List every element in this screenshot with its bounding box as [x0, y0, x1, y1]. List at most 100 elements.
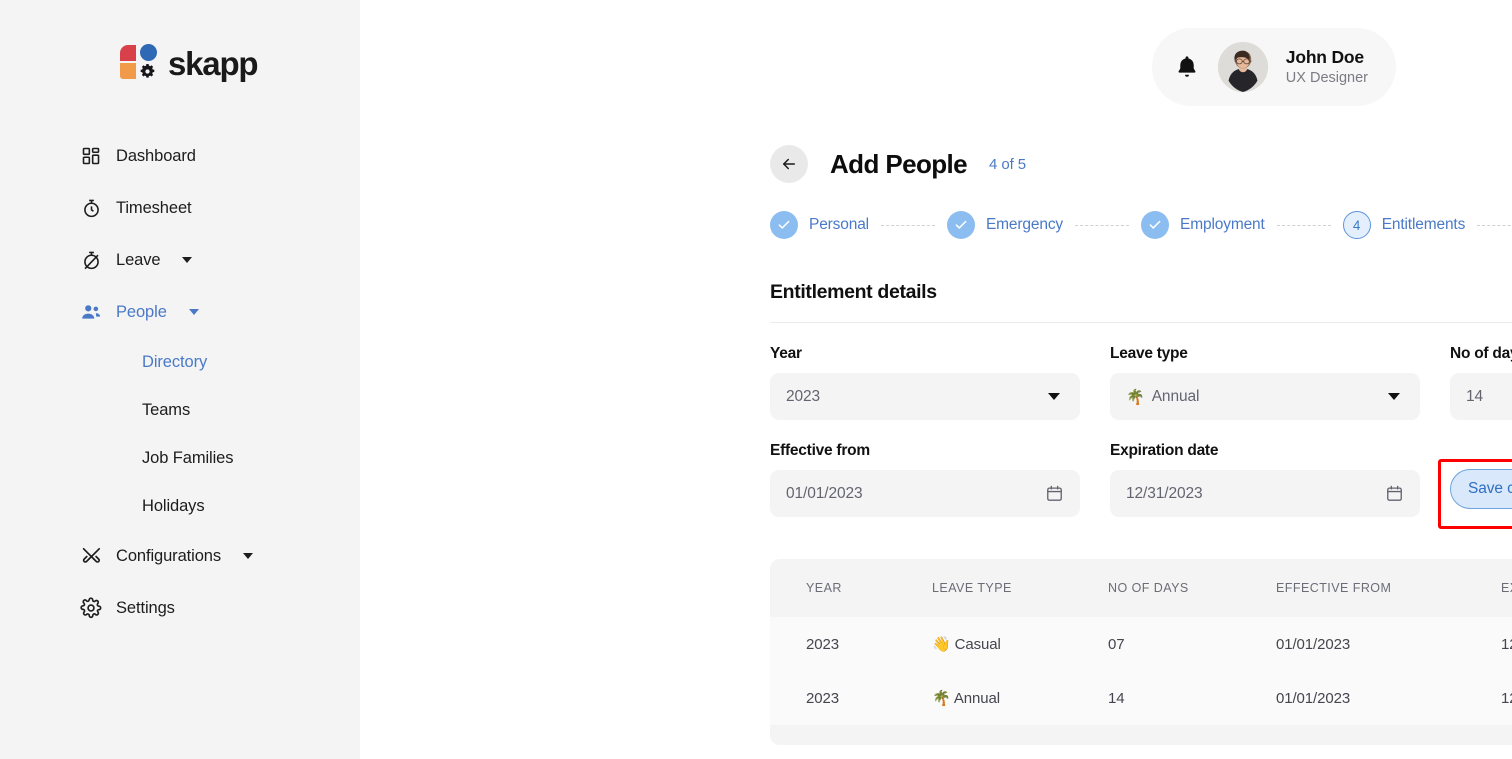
step-label: Entitlements [1382, 216, 1466, 234]
sidebar-item-job-families[interactable]: Job Families [0, 434, 360, 482]
step-label: Personal [809, 216, 869, 234]
field-expiration-date: Expiration date 12/31/2023 [1110, 442, 1420, 517]
cell-expiration: 12/31/2023 [1501, 636, 1512, 653]
sidebar-item-label: Leave [116, 251, 160, 270]
sidebar-item-leave[interactable]: Leave [0, 234, 360, 286]
chevron-down-icon[interactable] [182, 257, 192, 263]
column-header-no-of-days: NO OF DAYS [1108, 581, 1276, 595]
cell-expiration: 12/31/2023 [1501, 690, 1512, 707]
calendar-icon[interactable] [1385, 484, 1404, 503]
page-header: Add People 4 of 5 [770, 145, 1512, 183]
stopwatch-icon [80, 197, 102, 219]
cell-effective-from: 01/01/2023 [1276, 636, 1501, 653]
field-leave-type: Leave type 🌴 Annual [1110, 345, 1420, 420]
table-row[interactable]: 2023 👋 Casual 07 01/01/2023 12/31/2023 [770, 617, 1512, 671]
column-header-expiration: EXPIRATION [1501, 581, 1512, 595]
logo-blue-circle [140, 44, 157, 61]
step-employment[interactable]: Employment [1141, 211, 1265, 239]
back-button[interactable] [770, 145, 808, 183]
sidebar-item-holidays[interactable]: Holidays [0, 482, 360, 530]
year-value: 2023 [786, 388, 1048, 406]
sidebar-item-directory[interactable]: Directory [0, 338, 360, 386]
step-connector [1277, 225, 1331, 226]
effective-from-date-input[interactable]: 01/01/2023 [770, 470, 1080, 517]
save-slot: Save changes [1450, 442, 1512, 517]
field-no-of-days: No of days 14 [1450, 345, 1512, 420]
entitlements-table: YEAR LEAVE TYPE NO OF DAYS EFFECTIVE FRO… [770, 559, 1512, 745]
year-select[interactable]: 2023 [770, 373, 1080, 420]
sidebar-subitem-label: Teams [142, 401, 190, 420]
brand-logo[interactable]: skapp [0, 0, 360, 82]
expiration-date-input[interactable]: 12/31/2023 [1110, 470, 1420, 517]
expiration-date-value: 12/31/2023 [1126, 485, 1385, 503]
sidebar-item-timesheet[interactable]: Timesheet [0, 182, 360, 234]
step-entitlements[interactable]: 4 Entitlements [1343, 211, 1466, 239]
gear-icon [80, 597, 102, 619]
cell-leave-type: 🌴 Annual [932, 689, 1108, 707]
column-header-year: YEAR [770, 581, 932, 595]
chevron-down-icon[interactable] [243, 553, 253, 559]
step-counter: 4 of 5 [989, 156, 1026, 173]
effective-from-value: 01/01/2023 [786, 485, 1045, 503]
skapp-logo-icon [120, 44, 158, 82]
page-title: Add People [830, 149, 967, 180]
leave-type-select[interactable]: 🌴 Annual [1110, 373, 1420, 420]
logo-red-shape [120, 45, 136, 61]
no-of-days-input[interactable]: 14 [1450, 373, 1512, 420]
page-body: Add People 4 of 5 Personal Emergency [770, 0, 1512, 745]
cell-no-of-days: 07 [1108, 636, 1276, 653]
cell-year: 2023 [770, 636, 932, 653]
field-label: No of days [1450, 345, 1512, 363]
no-of-days-value: 14 [1466, 388, 1512, 406]
table-header-row: YEAR LEAVE TYPE NO OF DAYS EFFECTIVE FRO… [770, 559, 1512, 617]
cell-effective-from: 01/01/2023 [1276, 690, 1501, 707]
sidebar-item-people[interactable]: People [0, 286, 360, 338]
arrow-left-icon [780, 155, 798, 173]
sidebar-subitem-label: Job Families [142, 449, 233, 468]
check-icon [770, 211, 798, 239]
sidebar-item-label: People [116, 303, 167, 322]
column-header-leave-type: LEAVE TYPE [932, 581, 1108, 595]
section-title: Entitlement details [770, 281, 1512, 304]
calendar-icon[interactable] [1045, 484, 1064, 503]
cell-year: 2023 [770, 690, 932, 707]
field-year: Year 2023 [770, 345, 1080, 420]
palm-tree-icon: 🌴 [1126, 388, 1145, 406]
form-row-1: Year 2023 Leave type 🌴 Annual No of [770, 345, 1512, 420]
sidebar-item-configurations[interactable]: Configurations [0, 530, 360, 582]
brand-name: skapp [168, 47, 257, 80]
form-row-2: Effective from 01/01/2023 Expiration dat… [770, 442, 1512, 517]
tools-icon [80, 545, 102, 567]
cell-no-of-days: 14 [1108, 690, 1276, 707]
step-label: Employment [1180, 216, 1265, 234]
cell-leave-type-label: Annual [954, 690, 1000, 707]
main-content: John Doe UX Designer Add People 4 of 5 [360, 0, 1512, 759]
step-connector [1075, 225, 1129, 226]
column-header-effective-from: EFFECTIVE FROM [1276, 581, 1501, 595]
logo-orange-square [120, 63, 136, 79]
dashboard-icon [80, 145, 102, 167]
step-emergency[interactable]: Emergency [947, 211, 1063, 239]
sidebar-item-dashboard[interactable]: Dashboard [0, 130, 360, 182]
step-connector [1477, 225, 1512, 226]
chevron-down-icon[interactable] [189, 309, 199, 315]
step-personal[interactable]: Personal [770, 211, 869, 239]
sidebar-item-label: Configurations [116, 547, 221, 566]
people-icon [80, 301, 102, 323]
sidebar-item-label: Settings [116, 599, 175, 618]
sidebar-item-settings[interactable]: Settings [0, 582, 360, 634]
sidebar-item-teams[interactable]: Teams [0, 386, 360, 434]
waving-hand-icon: 👋 [932, 636, 951, 653]
save-changes-button[interactable]: Save changes [1450, 469, 1512, 509]
step-number: 4 [1343, 211, 1371, 239]
sidebar-nav: Dashboard Timesheet Leave [0, 130, 360, 634]
table-row[interactable]: 2023 🌴 Annual 14 01/01/2023 12/31/2023 [770, 671, 1512, 725]
sidebar-subitem-label: Holidays [142, 497, 204, 516]
sidebar-subitem-label: Directory [142, 353, 207, 372]
field-label: Leave type [1110, 345, 1420, 363]
chevron-down-icon [1388, 393, 1400, 400]
chevron-down-icon [1048, 393, 1060, 400]
field-label: Effective from [770, 442, 1080, 460]
stopwatch-off-icon [80, 249, 102, 271]
sidebar-item-label: Timesheet [116, 199, 192, 218]
